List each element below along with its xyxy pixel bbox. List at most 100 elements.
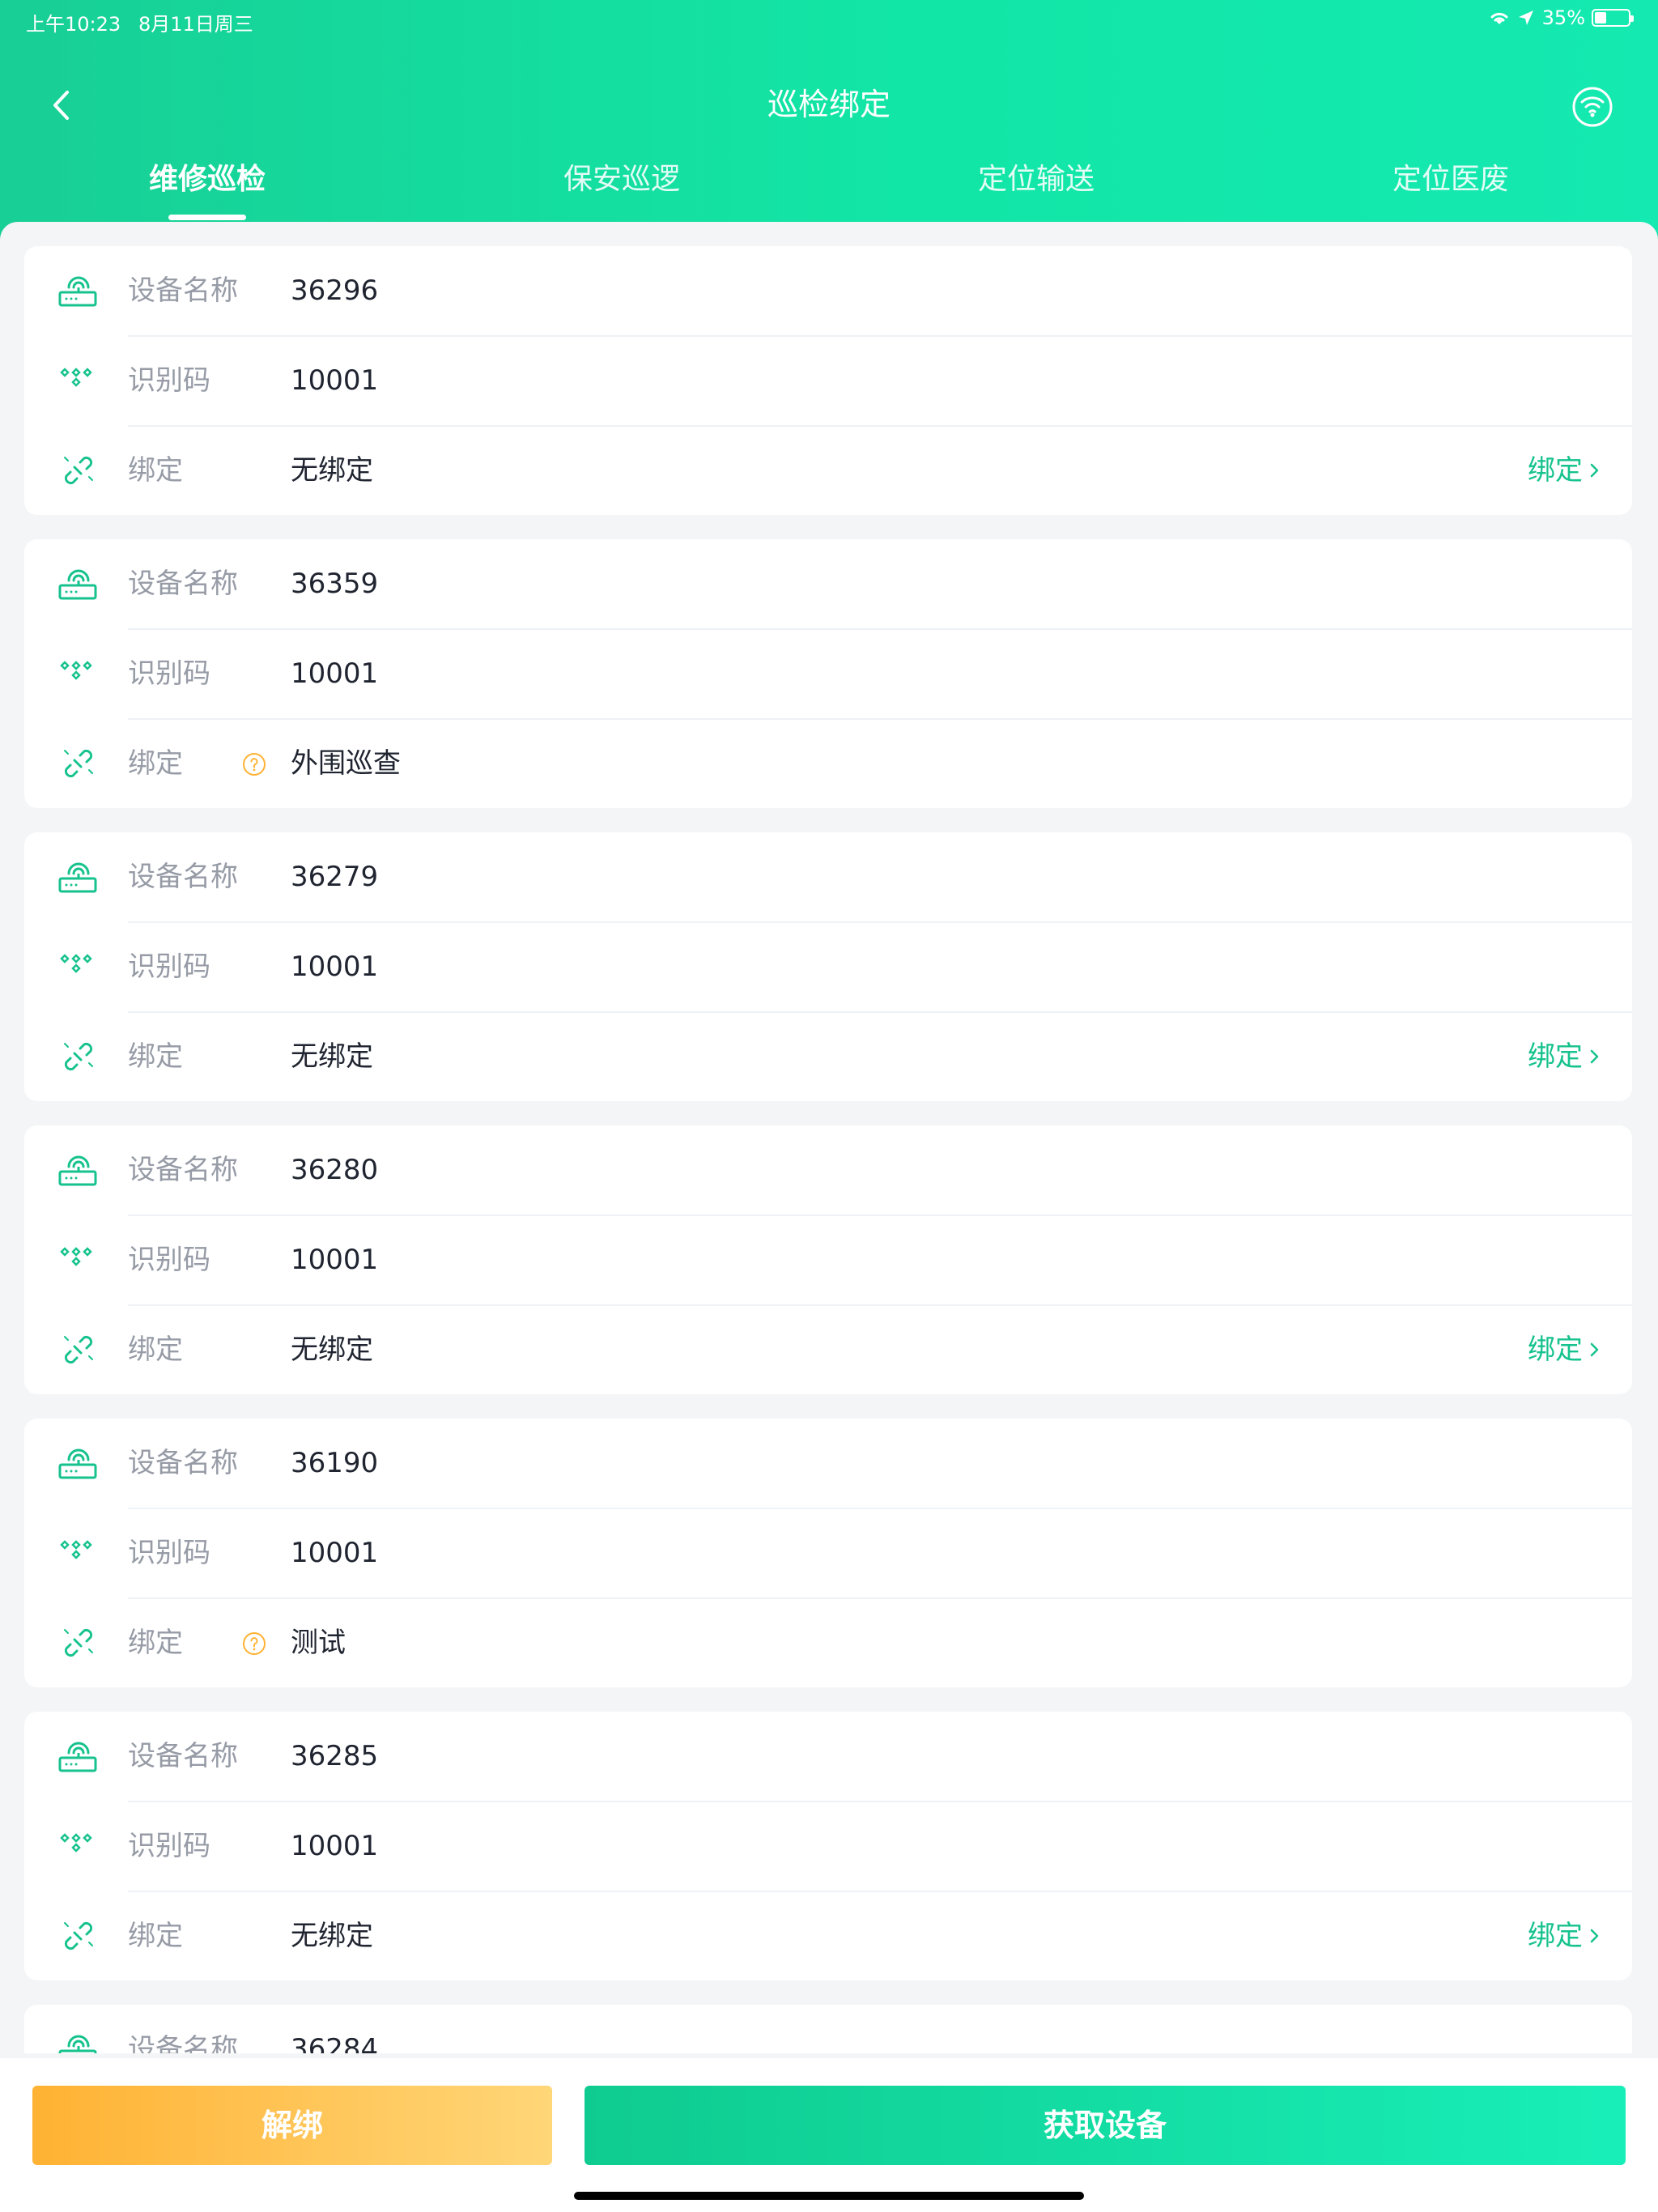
- device-card: 设备名称 36280 识别码 10001 绑定 无绑定 绑定: [24, 1125, 1632, 1394]
- code-icon: [60, 661, 92, 680]
- link-icon: [64, 1042, 93, 1071]
- tab-security-patrol[interactable]: 保安巡逻: [414, 156, 829, 203]
- router-icon: [58, 1155, 97, 1186]
- device-card: 设备名称 36279 识别码 10001 绑定 无绑定 绑定: [24, 832, 1632, 1101]
- device-list: 设备名称 36296 识别码 10001 绑定 无绑定 绑定 设备名称 3635…: [0, 222, 1658, 2053]
- active-tab-indicator: [168, 215, 246, 220]
- bind-button-label: 绑定: [1528, 1920, 1583, 1952]
- device-card: 设备名称 36190 识别码 10001 绑定 测试: [24, 1419, 1632, 1687]
- code-icon: [60, 1833, 92, 1853]
- status-icons: 35%: [1489, 6, 1634, 29]
- router-icon: [58, 569, 97, 600]
- get-devices-button[interactable]: 获取设备: [585, 2086, 1626, 2165]
- binding-row: 绑定 无绑定 绑定: [24, 1305, 1632, 1394]
- router-icon: [58, 2035, 97, 2053]
- device-card: 设备名称 36285 识别码 10001 绑定 无绑定 绑定: [24, 1712, 1632, 1980]
- router-icon: [58, 1448, 97, 1479]
- device-name-row: 设备名称 36190: [24, 1419, 1632, 1508]
- device-name-row: 设备名称 36359: [24, 539, 1632, 629]
- device-name-row: 设备名称 36285: [24, 1712, 1632, 1802]
- id-code-label: 识别码: [128, 1537, 210, 1569]
- id-code-row: 识别码 10001: [24, 922, 1632, 1012]
- link-icon: [64, 456, 93, 485]
- battery-level: [1595, 12, 1606, 23]
- binding-label: 绑定: [128, 1920, 183, 1952]
- wifi-icon: [1490, 12, 1508, 24]
- binding-value: 无绑定: [291, 1040, 373, 1073]
- binding-row: 绑定 无绑定 绑定: [24, 426, 1632, 515]
- router-icon: [58, 1742, 97, 1772]
- device-name-label: 设备名称: [128, 1447, 238, 1479]
- id-code-row: 识别码 10001: [24, 1802, 1632, 1891]
- bottom-action-bar: 解绑 获取设备: [0, 2058, 1658, 2212]
- binding-value: 外围巡查: [291, 747, 401, 780]
- id-code-label: 识别码: [128, 1244, 210, 1276]
- id-code-value: 10001: [291, 951, 379, 983]
- binding-label: 绑定: [128, 747, 183, 780]
- binding-label: 绑定: [128, 1334, 183, 1366]
- binding-row: 绑定 无绑定 绑定: [24, 1012, 1632, 1101]
- binding-row: 绑定 测试: [24, 1598, 1632, 1687]
- device-name-value: 36359: [291, 568, 379, 600]
- bind-button-label: 绑定: [1528, 1040, 1583, 1073]
- code-icon: [60, 368, 92, 387]
- link-icon: [64, 1921, 93, 1950]
- id-code-value: 10001: [291, 1537, 379, 1569]
- id-code-value: 10001: [291, 657, 379, 690]
- chevron-right-icon: [1590, 463, 1599, 478]
- device-name-value: 36280: [291, 1154, 379, 1186]
- battery-icon: [1592, 9, 1634, 27]
- tab-maintenance-inspection[interactable]: 维修巡检: [0, 156, 414, 203]
- id-code-label: 识别码: [128, 951, 210, 983]
- binding-row: 绑定 无绑定 绑定: [24, 1891, 1632, 1980]
- device-name-value: 36190: [291, 1447, 379, 1479]
- chevron-right-icon: [1590, 1929, 1599, 1943]
- id-code-row: 识别码 10001: [24, 1215, 1632, 1305]
- binding-label: 绑定: [128, 1040, 183, 1073]
- bind-button-label: 绑定: [1528, 1334, 1583, 1366]
- device-name-label: 设备名称: [128, 568, 238, 600]
- binding-label: 绑定: [128, 1627, 183, 1659]
- device-card: 设备名称 36284: [24, 2005, 1632, 2053]
- home-indicator[interactable]: [574, 2192, 1084, 2200]
- id-code-value: 10001: [291, 1830, 379, 1862]
- unbind-button[interactable]: 解绑: [32, 2086, 552, 2165]
- id-code-label: 识别码: [128, 364, 210, 397]
- signal-button[interactable]: [1571, 85, 1614, 129]
- page-title: 巡检绑定: [767, 87, 891, 122]
- device-name-label: 设备名称: [128, 2033, 238, 2053]
- bind-button[interactable]: 绑定: [1528, 1327, 1601, 1372]
- device-name-value: 36284: [291, 2033, 379, 2053]
- tab-location-medical-waste[interactable]: 定位医废: [1244, 156, 1658, 203]
- bind-button[interactable]: 绑定: [1528, 1034, 1601, 1079]
- status-date: 8月11日周三: [138, 13, 253, 36]
- link-icon: [64, 749, 93, 778]
- device-name-label: 设备名称: [128, 861, 238, 893]
- tab-location-transport[interactable]: 定位输送: [829, 156, 1244, 203]
- router-icon: [58, 862, 97, 893]
- bind-button[interactable]: 绑定: [1528, 1913, 1601, 1959]
- id-code-row: 识别码 10001: [24, 629, 1632, 719]
- id-code-value: 10001: [291, 364, 379, 397]
- link-icon: [64, 1335, 93, 1364]
- device-name-value: 36296: [291, 274, 379, 307]
- code-icon: [60, 1247, 92, 1266]
- device-card: 设备名称 36359 识别码 10001 绑定 外围巡查: [24, 539, 1632, 808]
- binding-label: 绑定: [128, 454, 183, 487]
- router-icon: [58, 276, 97, 307]
- binding-value: 测试: [291, 1627, 346, 1659]
- location-arrow-icon: [1518, 11, 1533, 25]
- id-code-label: 识别码: [128, 657, 210, 690]
- device-name-row: 设备名称 36284: [24, 2005, 1632, 2053]
- id-code-label: 识别码: [128, 1830, 210, 1862]
- device-name-value: 36285: [291, 1740, 379, 1772]
- battery-tip: [1630, 15, 1634, 22]
- chevron-right-icon: [1590, 1049, 1599, 1064]
- binding-value: 无绑定: [291, 1334, 373, 1366]
- status-time: 上午10:23: [26, 13, 121, 36]
- device-card: 设备名称 36296 识别码 10001 绑定 无绑定 绑定: [24, 246, 1632, 515]
- bind-button[interactable]: 绑定: [1528, 448, 1601, 493]
- code-icon: [60, 954, 92, 973]
- help-icon[interactable]: [241, 751, 267, 777]
- help-icon[interactable]: [241, 1631, 267, 1657]
